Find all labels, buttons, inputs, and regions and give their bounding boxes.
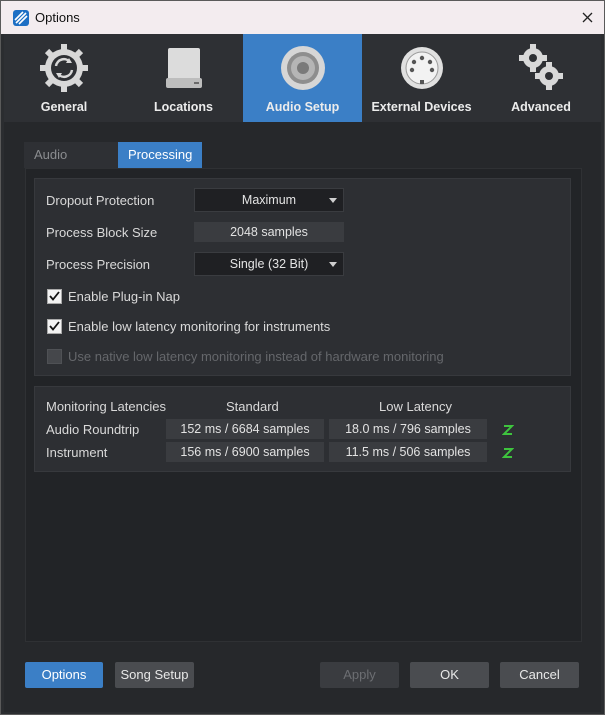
gear-cycle-icon bbox=[40, 44, 88, 92]
drive-icon bbox=[165, 48, 202, 88]
apply-button: Apply bbox=[320, 662, 399, 688]
low-latency-monitoring-label: Enable low latency monitoring for instru… bbox=[68, 319, 331, 334]
tab-general-label: General bbox=[40, 100, 88, 114]
ok-button[interactable]: OK bbox=[410, 662, 489, 688]
tab-locations[interactable]: Locations bbox=[124, 34, 243, 122]
low-latency-monitoring-checkbox[interactable] bbox=[47, 319, 62, 334]
tab-audio-setup-label: Audio Setup bbox=[265, 100, 340, 114]
midi-connector-icon bbox=[400, 47, 443, 89]
native-low-latency-checkbox bbox=[47, 349, 62, 364]
chevron-down-icon bbox=[329, 262, 337, 267]
studio-one-app-icon bbox=[13, 10, 29, 26]
tab-external-devices-label: External Devices bbox=[371, 100, 472, 114]
speaker-icon bbox=[280, 46, 325, 90]
checkmark-icon bbox=[49, 321, 60, 331]
process-precision-dropdown[interactable]: Single (32 Bit) bbox=[194, 252, 344, 276]
z-icon bbox=[502, 448, 514, 458]
options-window: Options General Locations Audio Setup Ex… bbox=[0, 0, 605, 715]
tab-audio-device[interactable]: Audio Device bbox=[24, 142, 118, 188]
tab-advanced-label: Advanced bbox=[511, 100, 571, 114]
process-precision-value: Single (32 Bit) bbox=[229, 257, 309, 271]
plugin-nap-label: Enable Plug-in Nap bbox=[68, 289, 181, 304]
checkmark-icon bbox=[49, 291, 60, 301]
process-block-size-value: 2048 samples bbox=[194, 222, 344, 242]
tab-audio-setup[interactable]: Audio Setup bbox=[243, 34, 362, 122]
tab-external-devices[interactable]: External Devices bbox=[362, 34, 481, 122]
native-low-latency-label: Use native low latency monitoring instea… bbox=[68, 349, 444, 364]
close-window-button[interactable] bbox=[570, 1, 604, 34]
audio-roundtrip-low-latency-value: 18.0 ms / 796 samples bbox=[329, 419, 487, 439]
audio-roundtrip-label: Audio Roundtrip bbox=[46, 422, 140, 437]
dropout-protection-label: Dropout Protection bbox=[46, 193, 155, 208]
close-icon bbox=[582, 12, 592, 23]
monitoring-latencies-label: Monitoring Latencies bbox=[46, 399, 166, 414]
audio-roundtrip-standard-value: 152 ms / 6684 samples bbox=[166, 419, 324, 439]
song-setup-button[interactable]: Song Setup bbox=[115, 662, 194, 688]
z-icon bbox=[502, 425, 514, 435]
cancel-button[interactable]: Cancel bbox=[500, 662, 579, 688]
low-latency-column-header: Low Latency bbox=[379, 399, 452, 414]
standard-column-header: Standard bbox=[226, 399, 279, 414]
plugin-nap-checkbox[interactable] bbox=[47, 289, 62, 304]
window-title: Options bbox=[35, 10, 80, 25]
options-category-tabs: General Locations Audio Setup External D… bbox=[4, 34, 601, 122]
instrument-label: Instrument bbox=[46, 445, 108, 460]
tab-processing[interactable]: Processing bbox=[118, 142, 202, 168]
tab-general[interactable]: General bbox=[4, 34, 124, 122]
chevron-down-icon bbox=[329, 198, 337, 203]
dropout-protection-dropdown[interactable]: Maximum bbox=[194, 188, 344, 212]
options-button[interactable]: Options bbox=[25, 662, 103, 688]
dropout-protection-value: Maximum bbox=[241, 193, 297, 207]
tab-advanced[interactable]: Advanced bbox=[481, 34, 601, 122]
instrument-standard-value: 156 ms / 6900 samples bbox=[166, 442, 324, 462]
gears-icon bbox=[519, 44, 563, 90]
title-bar: Options bbox=[1, 1, 604, 34]
instrument-low-latency-value: 11.5 ms / 506 samples bbox=[329, 442, 487, 462]
tab-locations-label: Locations bbox=[153, 100, 214, 114]
process-precision-label: Process Precision bbox=[46, 257, 151, 272]
process-block-size-label: Process Block Size bbox=[46, 225, 158, 240]
